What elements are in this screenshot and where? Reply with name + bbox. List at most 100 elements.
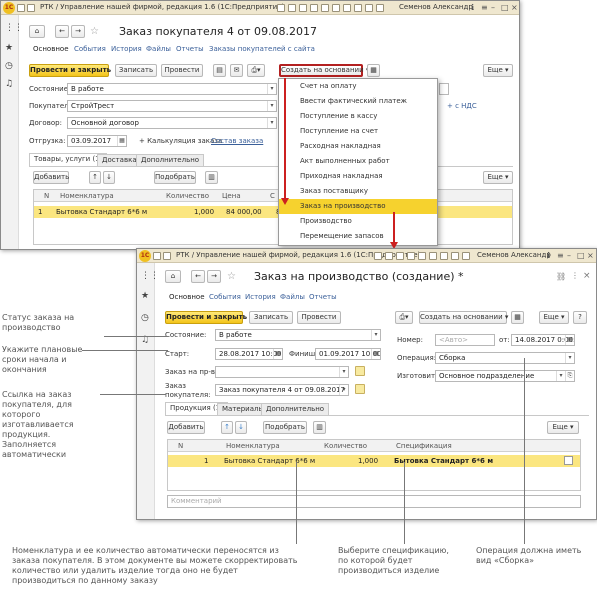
toolbar-icon[interactable] [277, 4, 285, 12]
maximize-icon[interactable]: □ [501, 3, 509, 12]
forward-icon[interactable] [27, 4, 35, 12]
from-date-field[interactable]: 14.08.2017 0:00:00▦ [511, 334, 575, 346]
back-icon[interactable] [17, 4, 25, 12]
number-field[interactable]: <Авто> [435, 334, 495, 346]
dropdown-icon[interactable]: ▾ [371, 330, 380, 340]
toolbar-icon[interactable] [299, 4, 307, 12]
more-icon[interactable]: ⋮ [571, 271, 579, 280]
maker-field[interactable]: Основное подразделение ▾ ⎘ [435, 370, 575, 382]
nav-tab-reports[interactable]: Отчеты [309, 293, 337, 301]
table-more-button[interactable]: Еще ▾ [547, 421, 579, 434]
save-button[interactable]: Записать [115, 64, 157, 77]
printer-icon[interactable]: ⎙▾ [247, 64, 265, 77]
post-button[interactable]: Провести [161, 64, 203, 77]
toolbar-icon[interactable] [343, 4, 351, 12]
more-button[interactable]: Еще ▾ [483, 64, 513, 77]
add-row-button[interactable]: Добавить [167, 421, 205, 434]
close-icon[interactable]: × [511, 3, 518, 12]
toolbar-icon[interactable] [332, 4, 340, 12]
finish-date-field[interactable]: 01.09.2017 10:00 ▦ [315, 348, 381, 360]
toolbar-icon[interactable] [354, 4, 362, 12]
calc-link[interactable]: + Калькуляция заказа [139, 137, 222, 145]
forward-icon[interactable] [163, 252, 171, 260]
menu-item-bank-receipt[interactable]: Поступление на счет [279, 124, 437, 139]
user-name[interactable]: Семенов Александр [477, 251, 551, 259]
dropdown-icon[interactable]: ▾ [267, 84, 276, 94]
back-button[interactable]: ← [191, 270, 205, 283]
dropdown-icon[interactable]: ▾ [267, 101, 276, 111]
order-composition-link[interactable]: Состав заказа [211, 137, 263, 145]
post-button[interactable]: Провести [297, 311, 341, 324]
toolbar-icon[interactable] [451, 252, 459, 260]
toolbar-icon[interactable] [418, 252, 426, 260]
menu-item-sales-invoice[interactable]: Расходная накладная [279, 139, 437, 154]
post-and-close-button[interactable]: Провести и закрыть [29, 64, 111, 77]
home-button[interactable]: ⌂ [165, 270, 181, 283]
print-icon[interactable]: ⎙▾ [395, 311, 413, 324]
minimize-icon[interactable]: – [567, 251, 571, 260]
state-field[interactable]: В работе ▾ [67, 83, 277, 95]
nav-tab-history[interactable]: История [111, 45, 142, 53]
buyer-order-field[interactable]: Заказ покупателя 4 от 09.08.2017 ▾ [215, 384, 349, 396]
nav-tab-history[interactable]: История [245, 293, 276, 301]
report-icon[interactable]: ▦ [511, 311, 524, 324]
history-icon[interactable]: ◷ [5, 61, 13, 71]
toolbar-icon[interactable] [365, 4, 373, 12]
menu-item-production-order[interactable]: Заказ на производство [279, 199, 437, 214]
table-row[interactable]: 1 Бытовка Стандарт 6*6 м 1,000 Бытовка С… [168, 455, 580, 467]
favorite-star-icon[interactable]: ☆ [227, 271, 236, 282]
production-order-field[interactable]: ▾ [215, 366, 349, 378]
favorite-star-icon[interactable]: ☆ [90, 26, 99, 37]
info-icon[interactable]: ℹ [547, 251, 550, 260]
move-down-button[interactable]: ↓ [103, 171, 115, 184]
table-more-button[interactable]: Еще ▾ [483, 171, 513, 184]
move-down-button[interactable]: ↓ [235, 421, 247, 434]
menu-item-production[interactable]: Производство [279, 214, 437, 229]
dropdown-icon[interactable]: ▾ [339, 385, 348, 395]
minimize-icon[interactable]: – [491, 3, 495, 12]
menu-item-purchase-invoice[interactable]: Приходная накладная [279, 169, 437, 184]
create-based-on-button[interactable]: Создать на основании ▾ [279, 64, 369, 77]
create-based-on-button[interactable]: Создать на основании ▾ [419, 311, 508, 324]
favorites-icon[interactable]: ★ [5, 43, 13, 53]
dropdown-icon[interactable]: ▾ [565, 353, 574, 363]
print-icon[interactable]: ▤ [213, 64, 226, 77]
nav-tab-files[interactable]: Файлы [146, 45, 171, 53]
menu-item-work-act[interactable]: Акт выполненных работ [279, 154, 437, 169]
close-icon[interactable]: × [587, 251, 594, 260]
dropdown-icon[interactable]: ▾ [267, 118, 276, 128]
link-icon[interactable]: ⛓ [556, 272, 566, 281]
nav-tab-site-orders[interactable]: Заказы покупателей с сайта [209, 45, 315, 53]
user-name[interactable]: Семенов Александр [399, 3, 473, 11]
calendar-icon[interactable]: ▦ [371, 349, 380, 359]
contract-field[interactable]: Основной договор ▾ [67, 117, 277, 129]
forward-button[interactable]: → [207, 270, 221, 283]
operation-field[interactable]: Сборка ▾ [435, 352, 575, 364]
select-icon[interactable] [355, 384, 365, 394]
nav-tab-files[interactable]: Файлы [280, 293, 305, 301]
close-form-icon[interactable]: × [583, 271, 591, 281]
report-icon[interactable]: ▦ [367, 64, 380, 77]
forward-button[interactable]: → [71, 25, 85, 38]
more-button[interactable]: Еще ▾ [539, 311, 569, 324]
nav-tab-events[interactable]: События [74, 45, 106, 53]
toolbar-icon[interactable] [374, 252, 382, 260]
dropdown-icon[interactable]: ▾ [556, 371, 565, 381]
move-up-button[interactable]: ↑ [89, 171, 101, 184]
toolbar-icon[interactable] [385, 252, 393, 260]
post-and-close-button[interactable]: Провести и закрыть [165, 311, 247, 324]
pick-button[interactable]: Подобрать [263, 421, 307, 434]
add-row-button[interactable]: Добавить [33, 171, 69, 184]
menu-item-stock-transfer[interactable]: Перемещение запасов [279, 229, 437, 244]
menu-icon[interactable]: ≡ [481, 3, 488, 12]
maximize-icon[interactable]: □ [577, 251, 585, 260]
nav-tab-main[interactable]: Основное [33, 45, 69, 53]
buyer-field[interactable]: СтройТрест ▾ [67, 100, 277, 112]
notifications-icon[interactable]: ♫ [5, 79, 13, 89]
select-icon[interactable] [355, 366, 365, 376]
toolbar-icon[interactable] [407, 252, 415, 260]
history-icon[interactable]: ◷ [141, 313, 149, 323]
table-row[interactable]: 1 Бытовка Стандарт 6*6 м 1,000 84 000,00… [34, 206, 512, 218]
nav-tab-main[interactable]: Основное [169, 293, 205, 301]
toolbar-icon[interactable] [396, 252, 404, 260]
